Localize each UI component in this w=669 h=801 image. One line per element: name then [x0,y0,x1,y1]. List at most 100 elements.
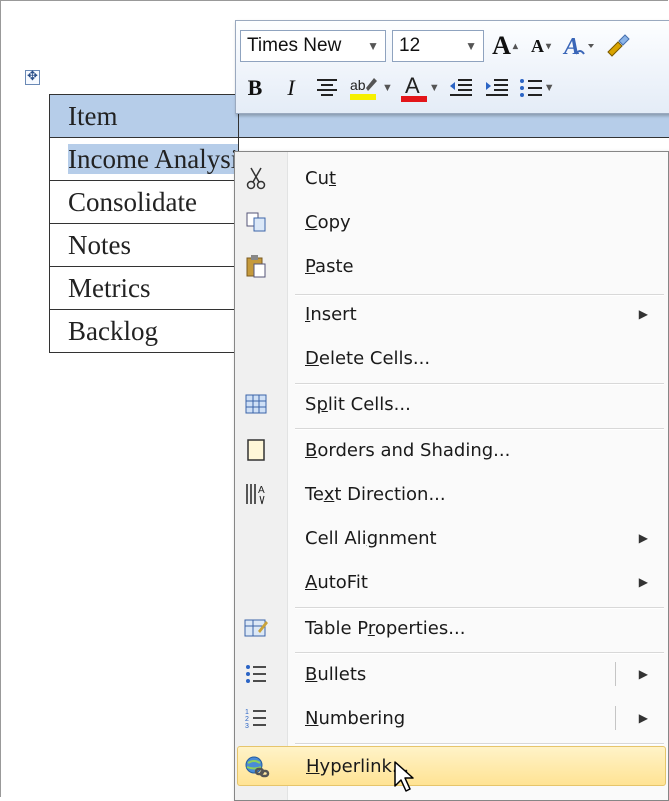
split-divider [615,706,616,730]
split-divider [615,662,616,686]
chevron-down-icon[interactable]: ▼ [544,82,555,94]
caret-down-icon: ▾ [546,41,551,52]
menu-item-autofit[interactable]: AutoFit ▶ [237,562,666,602]
copy-icon [243,210,269,234]
styles-icon: A [562,32,596,60]
font-size-value: 12 [399,35,420,57]
table-move-handle-icon[interactable]: ✥ [25,70,40,85]
mouse-pointer-icon [393,760,419,794]
submenu-arrow-icon: ▶ [639,307,648,321]
menu-item-borders-and-shading[interactable]: Borders and Shading... [237,430,666,470]
menu-item-cut[interactable]: Cut [237,158,666,198]
highlight-button[interactable]: ab ▼ [348,72,393,104]
svg-text:A: A [405,73,420,98]
font-name-combo[interactable]: Times New ▼ [240,30,386,62]
menu-item-label: Delete Cells... [305,348,430,369]
table-properties-icon [243,616,269,640]
menu-item-label: Text Direction... [305,484,446,505]
svg-text:ab: ab [350,77,366,93]
text-direction-icon: A [243,482,269,506]
numbering-icon: 123 [243,706,269,730]
menu-item-label: AutoFit [305,572,368,593]
bullets-list-icon [518,77,544,99]
italic-button[interactable]: I [276,72,306,104]
menu-item-text-direction[interactable]: A Text Direction... [237,474,666,514]
grow-font-button[interactable]: A▴ [490,30,520,62]
menu-item-label: Copy [305,212,351,233]
toolbar-row-bottom: B I ab ▼ A ▼ [240,69,555,107]
submenu-arrow-icon: ▶ [639,575,648,589]
grow-font-icon: A [492,31,511,61]
menu-item-label: Cell Alignment [305,528,437,549]
styles-button[interactable]: A [562,30,596,62]
context-menu: Cut Copy Paste Insert ▶ Delete Cells... … [234,151,669,801]
chevron-down-icon[interactable]: ▼ [429,82,440,94]
menu-item-label: Bullets [305,664,366,685]
svg-text:3: 3 [245,723,249,729]
hyperlink-icon [244,755,270,779]
menu-item-label: Insert [305,304,357,325]
table-cell[interactable]: Backlog [50,310,239,353]
shrink-font-button[interactable]: A▾ [526,30,556,62]
menu-item-label: Cut [305,168,336,189]
menu-item-label: Numbering [305,708,405,729]
font-color-button[interactable]: A ▼ [399,72,440,104]
table-cell[interactable]: Metrics [50,267,239,310]
menu-item-label: Split Cells... [305,394,411,415]
bold-button[interactable]: B [240,72,270,104]
table-cell[interactable]: Notes [50,224,239,267]
highlight-icon: ab [348,74,382,102]
table-cell[interactable]: Consolidate [50,181,239,224]
decrease-indent-button[interactable] [446,72,476,104]
menu-item-split-cells[interactable]: Split Cells... [237,384,666,424]
selected-cell-text: Income Anal [68,144,207,174]
menu-item-insert[interactable]: Insert ▶ [237,294,666,334]
center-align-button[interactable] [312,72,342,104]
table-cell[interactable]: Item [50,95,239,138]
bold-icon: B [248,75,263,101]
decrease-indent-icon [448,77,474,99]
submenu-arrow-icon[interactable]: ▶ [639,711,648,725]
scissors-icon [243,166,269,190]
toolbar-row-top: Times New ▼ 12 ▼ A▴ A▾ A [240,27,632,65]
menu-item-label: Borders and Shading... [305,440,510,461]
menu-item-cell-alignment[interactable]: Cell Alignment ▶ [237,518,666,558]
mini-formatting-toolbar: Times New ▼ 12 ▼ A▴ A▾ A B [235,20,669,114]
menu-item-bullets[interactable]: Bullets ▶ [237,654,666,694]
chevron-down-icon[interactable]: ▼ [459,39,483,53]
bullets-icon [243,662,269,686]
menu-item-delete-cells[interactable]: Delete Cells... [237,338,666,378]
format-painter-icon [602,32,632,60]
svg-text:A: A [258,485,265,496]
increase-indent-icon [484,77,510,99]
caret-up-icon: ▴ [513,41,518,52]
paste-icon [243,254,269,278]
submenu-arrow-icon: ▶ [639,531,648,545]
menu-item-label: Table Properties... [305,618,465,639]
menu-item-table-properties[interactable]: Table Properties... [237,608,666,648]
table-cell[interactable]: Income Analysi [50,138,239,181]
font-color-icon: A [399,73,429,103]
menu-item-paste[interactable]: Paste [237,246,666,286]
chevron-down-icon[interactable]: ▼ [382,82,393,94]
borders-icon [243,438,269,462]
font-name-value: Times New [247,35,341,57]
menu-item-hyperlink[interactable]: Hyperlink... [237,746,666,786]
menu-item-label: Paste [305,256,354,277]
bullets-toolbar-button[interactable]: ▼ [518,72,555,104]
format-painter-button[interactable] [602,30,632,62]
italic-icon: I [287,75,294,101]
menu-item-copy[interactable]: Copy [237,202,666,242]
svg-text:2: 2 [245,716,249,723]
center-align-icon [315,77,339,99]
menu-item-numbering[interactable]: 123 Numbering ▶ [237,698,666,738]
svg-text:A: A [562,34,580,60]
increase-indent-button[interactable] [482,72,512,104]
menu-separator [295,743,664,745]
shrink-font-icon: A [531,36,544,57]
svg-text:1: 1 [245,709,249,716]
submenu-arrow-icon[interactable]: ▶ [639,667,648,681]
split-cells-icon [243,392,269,416]
chevron-down-icon[interactable]: ▼ [361,39,385,53]
font-size-combo[interactable]: 12 ▼ [392,30,484,62]
